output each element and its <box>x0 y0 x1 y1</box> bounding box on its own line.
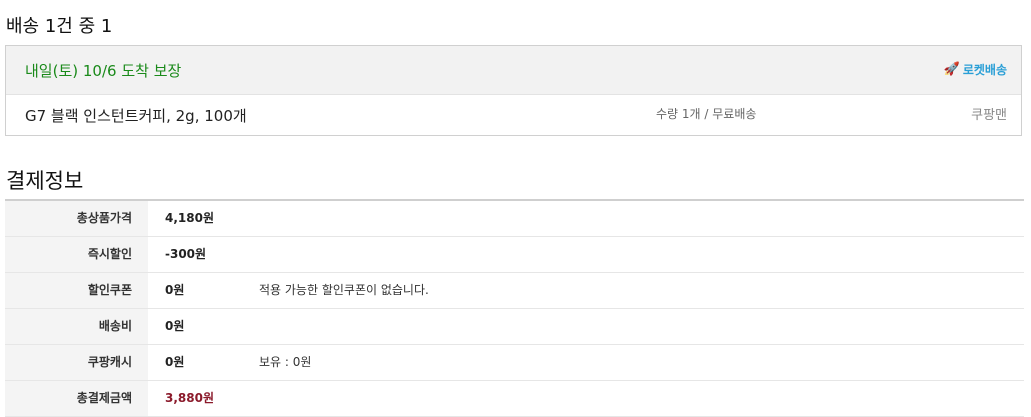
payment-label: 총상품가격 <box>5 201 148 236</box>
payment-row-grand-total: 총결제금액 3,880원 <box>5 381 1024 417</box>
product-name: G7 블랙 인스턴트커피, 2g, 100개 <box>25 107 247 125</box>
payment-label: 총결제금액 <box>5 381 148 416</box>
rocket-delivery-label: 로켓배송 <box>962 63 1007 77</box>
payment-value: 0원 <box>165 283 185 297</box>
grand-total-value: 3,880원 <box>165 391 214 405</box>
quantity-shipping: 수량 1개 / 무료배송 <box>656 107 757 121</box>
payment-label: 배송비 <box>5 309 148 344</box>
payment-row-coupang-cash: 쿠팡캐시 0원 보유 : 0원 <box>5 345 1024 381</box>
payment-table: 총상품가격 4,180원 즉시할인 -300원 할인쿠폰 0원 적용 가능한 할… <box>5 199 1024 417</box>
carrier-label: 쿠팡맨 <box>971 108 1007 123</box>
shipment-box: 내일(토) 10/6 도착 보장 🚀 로켓배송 G7 블랙 인스턴트커피, 2g… <box>5 45 1022 136</box>
rocket-delivery-badge: 🚀 로켓배송 <box>944 61 1007 78</box>
payment-value: -300원 <box>165 247 207 261</box>
payment-value: 0원 <box>165 355 185 369</box>
arrival-guarantee: 내일(토) 10/6 도착 보장 <box>25 62 182 80</box>
rocket-icon: 🚀 <box>943 62 960 77</box>
shipment-header: 내일(토) 10/6 도착 보장 🚀 로켓배송 <box>6 46 1021 95</box>
coupon-note: 적용 가능한 할인쿠폰이 없습니다. <box>259 283 429 297</box>
payment-row-shipping-fee: 배송비 0원 <box>5 309 1024 345</box>
payment-value: 4,180원 <box>165 211 214 225</box>
payment-row-coupon: 할인쿠폰 0원 적용 가능한 할인쿠폰이 없습니다. <box>5 273 1024 309</box>
payment-row-total-price: 총상품가격 4,180원 <box>5 201 1024 237</box>
payment-label: 쿠팡캐시 <box>5 345 148 380</box>
shipment-item-row: G7 블랙 인스턴트커피, 2g, 100개 수량 1개 / 무료배송 쿠팡맨 <box>6 95 1021 136</box>
payment-title: 결제정보 <box>6 169 84 193</box>
shipment-title: 배송 1건 중 1 <box>6 16 113 37</box>
payment-label: 즉시할인 <box>5 237 148 272</box>
payment-value: 0원 <box>165 319 185 333</box>
cash-balance-note: 보유 : 0원 <box>259 355 312 369</box>
payment-label: 할인쿠폰 <box>5 273 148 308</box>
payment-row-instant-discount: 즉시할인 -300원 <box>5 237 1024 273</box>
